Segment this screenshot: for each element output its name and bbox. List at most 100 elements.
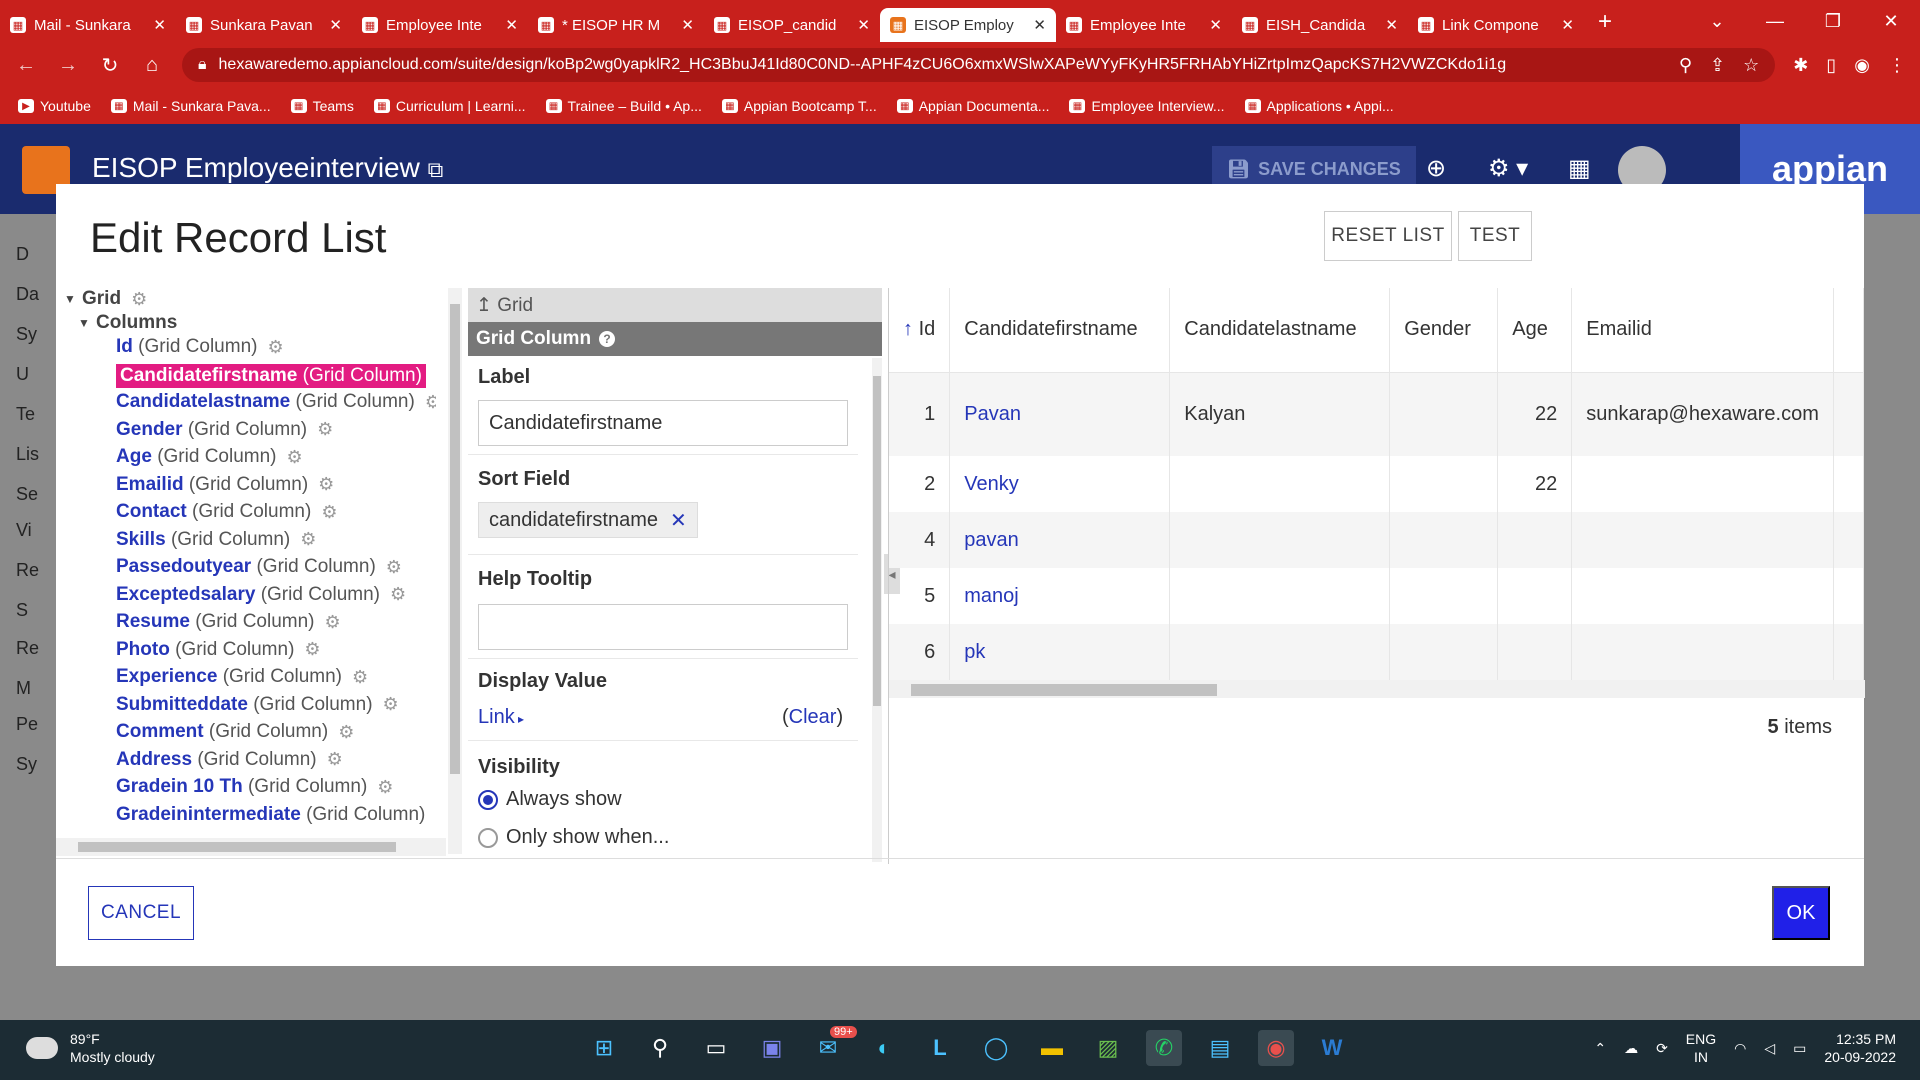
cancel-button[interactable]: CANCEL: [88, 886, 194, 940]
tree-column-item[interactable]: Candidatelastname (Grid Column): [116, 391, 415, 413]
gear-icon[interactable]: ⚙: [327, 749, 343, 770]
zoom-icon[interactable]: ⚲: [1679, 55, 1692, 76]
close-tab-icon[interactable]: ✕: [1209, 16, 1222, 34]
browser-tab[interactable]: ▦ * EISOP HR M ✕: [528, 8, 704, 42]
close-tab-icon[interactable]: ✕: [1561, 16, 1574, 34]
tree-column-item[interactable]: Passedoutyear (Grid Column): [116, 556, 376, 578]
wifi-icon[interactable]: ◠: [1734, 1040, 1746, 1057]
volume-icon[interactable]: ◁: [1764, 1040, 1775, 1057]
show-hidden-icon[interactable]: ⌃: [1594, 1040, 1606, 1057]
bookmark-item[interactable]: ▦ Employee Interview...: [1069, 98, 1225, 114]
close-tab-icon[interactable]: ✕: [329, 16, 342, 34]
tree-column-item[interactable]: Submitteddate (Grid Column): [116, 694, 373, 716]
chrome-icon[interactable]: ◉: [1258, 1030, 1294, 1066]
restore-icon[interactable]: ❐: [1804, 0, 1862, 42]
column-header[interactable]: Emailid: [1571, 288, 1834, 373]
gear-icon[interactable]: ⚙: [321, 502, 337, 523]
start-icon[interactable]: ⊞: [586, 1030, 622, 1066]
browser-tab[interactable]: ▦ EISOP Employ ✕: [880, 8, 1056, 42]
apps-grid-icon[interactable]: ▦: [1568, 154, 1591, 183]
home-icon[interactable]: ⌂: [140, 54, 164, 77]
gear-icon[interactable]: ⚙: [300, 529, 316, 550]
cortana-icon[interactable]: ◯: [978, 1030, 1014, 1066]
tree-column-item[interactable]: Id (Grid Column): [116, 336, 257, 358]
notepad-icon[interactable]: ▤: [1202, 1030, 1238, 1066]
browser-tab[interactable]: ▦ EISH_Candida ✕: [1232, 8, 1408, 42]
gear-icon[interactable]: ⚙: [338, 722, 354, 743]
tree-horizontal-scrollbar[interactable]: [56, 838, 446, 856]
bookmark-item[interactable]: ▦ Trainee – Build • Ap...: [545, 98, 702, 114]
record-link[interactable]: Venky: [964, 473, 1018, 495]
gear-icon[interactable]: ⚙: [325, 612, 341, 633]
chat-icon[interactable]: ▣: [754, 1030, 790, 1066]
extensions-icon[interactable]: ✱: [1793, 55, 1808, 76]
mail-icon[interactable]: ✉ 99+: [810, 1026, 857, 1066]
task-view-icon[interactable]: ▭: [698, 1030, 734, 1066]
remove-icon[interactable]: ✕: [670, 508, 687, 533]
language-indicator[interactable]: ENG IN: [1686, 1030, 1716, 1066]
url-input[interactable]: 🔒︎ hexawaredemo.appiancloud.com/suite/de…: [182, 48, 1776, 82]
gear-icon[interactable]: ⚙: [131, 289, 147, 310]
tree-column-item[interactable]: Comment (Grid Column): [116, 721, 328, 743]
forward-icon[interactable]: →: [56, 54, 80, 77]
browser-tab[interactable]: ▦ Link Compone ✕: [1408, 8, 1584, 42]
bookmark-item[interactable]: ▦ Appian Bootcamp T...: [721, 98, 877, 114]
share-icon[interactable]: ⇪: [1710, 55, 1725, 76]
whatsapp-icon[interactable]: ✆: [1146, 1030, 1182, 1066]
search-icon[interactable]: ⚲: [642, 1030, 678, 1066]
sidebar-icon[interactable]: ▯: [1826, 55, 1836, 76]
reset-list-button[interactable]: RESET LIST: [1324, 211, 1452, 261]
browser-tab[interactable]: ▦ EISOP_candid ✕: [704, 8, 880, 42]
back-icon[interactable]: ←: [14, 54, 38, 77]
new-tab-button[interactable]: +: [1598, 8, 1612, 36]
close-tab-icon[interactable]: ✕: [857, 16, 870, 34]
close-tab-icon[interactable]: ✕: [681, 16, 694, 34]
record-link[interactable]: manoj: [964, 585, 1018, 607]
gear-icon[interactable]: ⚙: [317, 419, 333, 440]
globe-search-icon[interactable]: ⊕: [1426, 154, 1446, 183]
gear-icon[interactable]: ⚙: [383, 694, 399, 715]
tree-column-item[interactable]: Gradein 10 Th (Grid Column): [116, 776, 367, 798]
onedrive-icon[interactable]: ☁: [1624, 1040, 1638, 1057]
close-window-icon[interactable]: ✕: [1862, 0, 1920, 42]
record-link[interactable]: pk: [964, 641, 985, 663]
browser-tab[interactable]: ▦ Employee Inte ✕: [1056, 8, 1232, 42]
column-header[interactable]: Gender: [1389, 288, 1499, 373]
external-link-icon[interactable]: ⧉: [428, 157, 444, 182]
gear-icon[interactable]: ⚙: [304, 639, 320, 660]
test-button[interactable]: TEST: [1458, 211, 1532, 261]
browser-tab[interactable]: ▦ Mail - Sunkara ✕: [0, 8, 176, 42]
tree-column-item[interactable]: Gender (Grid Column): [116, 419, 307, 441]
bookmark-item[interactable]: ▶ Youtube: [18, 98, 91, 114]
tree-column-item[interactable]: Age (Grid Column): [116, 446, 277, 468]
column-header[interactable]: Age: [1497, 288, 1573, 373]
file-explorer-icon[interactable]: ▬: [1034, 1030, 1070, 1066]
ok-button[interactable]: OK: [1772, 886, 1830, 940]
column-header[interactable]: Candidatelastname: [1169, 288, 1391, 373]
tree-column-item[interactable]: Skills (Grid Column): [116, 529, 290, 551]
browser-tab[interactable]: ▦ Sunkara Pavan ✕: [176, 8, 352, 42]
grid-horizontal-scrollbar[interactable]: [889, 680, 1865, 698]
breadcrumb[interactable]: ↥ Grid: [468, 288, 882, 322]
caret-down-icon[interactable]: ▼: [64, 292, 78, 306]
gear-icon[interactable]: ⚙: [377, 777, 393, 798]
tree-column-item[interactable]: Experience (Grid Column): [116, 666, 342, 688]
bookmark-item[interactable]: ▦ Curriculum | Learni...: [373, 98, 526, 114]
gear-icon[interactable]: ⚙: [267, 337, 283, 358]
gear-icon[interactable]: ⚙: [386, 557, 402, 578]
tree-columns-node[interactable]: ▼ Columns: [78, 312, 177, 334]
tree-column-item[interactable]: Candidatefirstname (Grid Column): [116, 363, 426, 388]
tree-column-item[interactable]: Emailid (Grid Column): [116, 474, 308, 496]
tree-vertical-scrollbar[interactable]: [448, 288, 462, 854]
column-header[interactable]: ↑ Id: [889, 288, 951, 373]
tree-column-item[interactable]: Exceptedsalary (Grid Column): [116, 584, 380, 606]
gear-icon[interactable]: ⚙: [287, 447, 303, 468]
profile-icon[interactable]: ◉: [1854, 55, 1870, 76]
tree-column-item[interactable]: Address (Grid Column): [116, 749, 317, 771]
menu-icon[interactable]: ⋮: [1888, 55, 1906, 76]
tab-search-icon[interactable]: ⌄: [1688, 0, 1746, 42]
column-header[interactable]: Candidatefirstname: [949, 288, 1171, 373]
close-tab-icon[interactable]: ✕: [1033, 16, 1046, 34]
tree-column-item[interactable]: Resume (Grid Column): [116, 611, 315, 633]
close-tab-icon[interactable]: ✕: [505, 16, 518, 34]
